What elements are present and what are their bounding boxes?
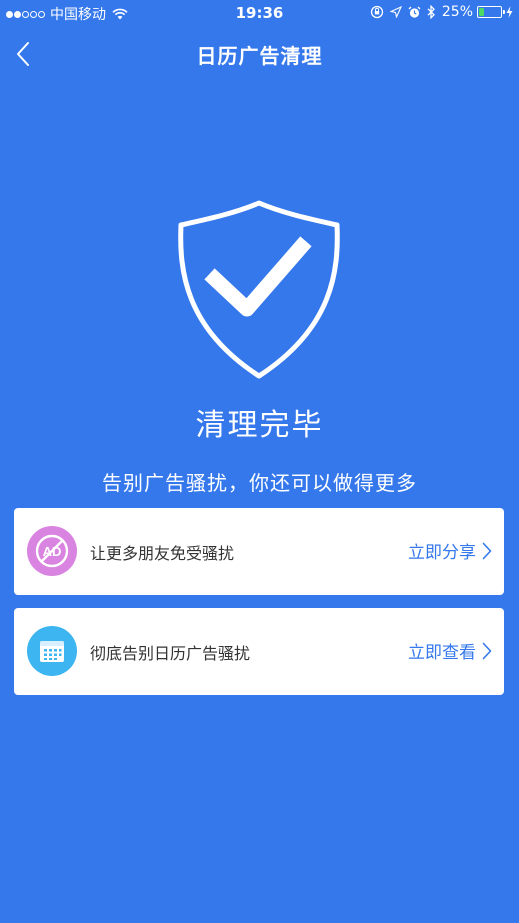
battery-percent: 25% xyxy=(441,4,473,20)
result-title: 清理完毕 xyxy=(195,408,324,443)
status-bar: 中国移动 19:36 25% xyxy=(0,0,519,26)
charging-icon xyxy=(506,6,513,18)
calendar-card-label: 彻底告别日历广告骚扰 xyxy=(90,644,251,663)
bluetooth-icon xyxy=(427,5,435,19)
view-now-link[interactable]: 立即查看 xyxy=(408,638,492,663)
share-card-label: 让更多朋友免受骚扰 xyxy=(90,544,235,563)
battery-icon xyxy=(477,6,505,18)
shield-check-icon xyxy=(178,200,340,379)
nav-bar: 日历广告清理 xyxy=(0,26,519,82)
calendar-glyph xyxy=(40,641,64,662)
location-icon xyxy=(389,6,402,18)
no-ad-icon: AD xyxy=(27,526,77,576)
calendar-card[interactable]: 彻底告别日历广告骚扰 立即查看 xyxy=(14,608,504,695)
page-title: 日历广告清理 xyxy=(196,44,323,68)
result-subtitle: 告别广告骚扰，你还可以做得更多 xyxy=(102,471,417,495)
no-ad-glyph: AD xyxy=(35,534,69,568)
status-right: 25% xyxy=(364,4,513,20)
share-now-label: 立即分享 xyxy=(408,543,476,563)
chevron-right-icon xyxy=(482,642,492,659)
share-now-link[interactable]: 立即分享 xyxy=(408,538,492,563)
orientation-lock-icon xyxy=(370,5,384,19)
screen: 中国移动 19:36 25% 日历广告清理 清理完毕 告别广告骚扰，你还可以做得… xyxy=(0,0,519,923)
chevron-right-icon xyxy=(482,542,492,559)
alarm-icon xyxy=(408,6,421,18)
view-now-label: 立即查看 xyxy=(408,643,476,663)
battery-level xyxy=(479,8,484,16)
share-card[interactable]: AD 让更多朋友免受骚扰 立即分享 xyxy=(14,508,504,595)
calendar-icon xyxy=(27,626,77,676)
